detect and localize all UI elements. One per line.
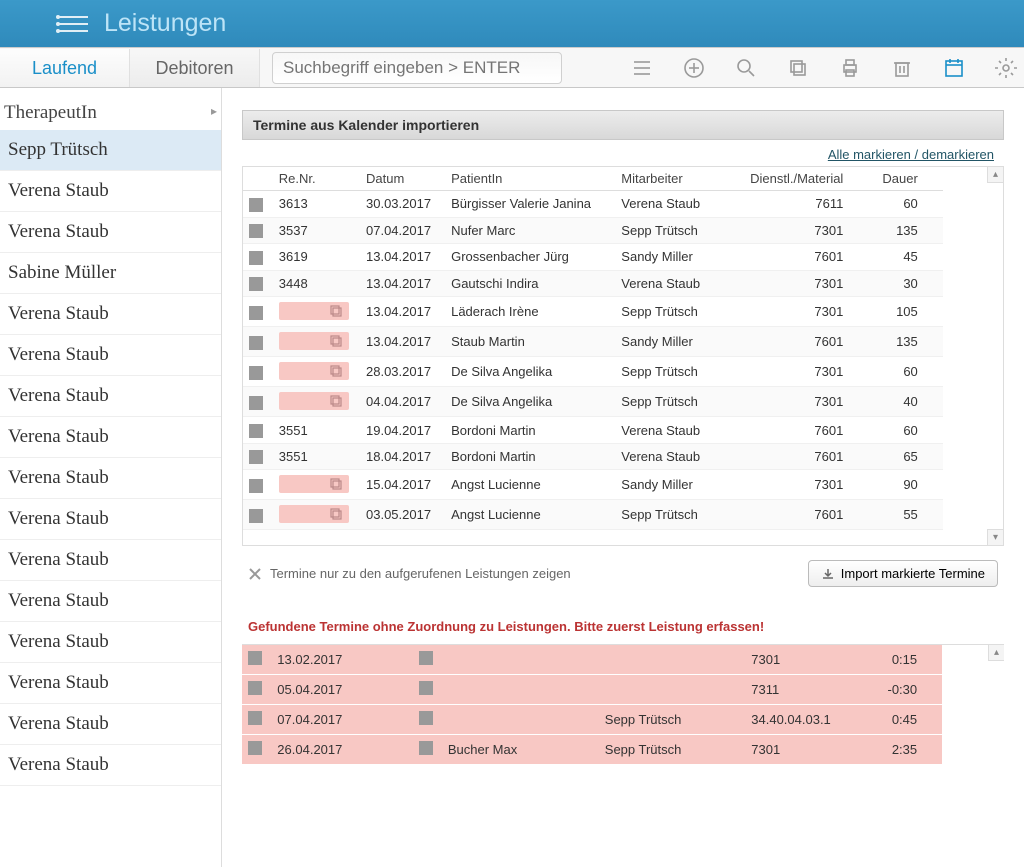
row-checkbox[interactable] (419, 711, 433, 725)
sidebar-item[interactable]: Verena Staub (0, 294, 221, 335)
toolbar: Laufend Debitoren (0, 48, 1024, 88)
sidebar-item[interactable]: Verena Staub (0, 376, 221, 417)
copy-invoice-icon[interactable] (279, 392, 349, 410)
row-checkbox[interactable] (249, 224, 263, 238)
gear-icon[interactable] (992, 54, 1020, 82)
sidebar-item[interactable]: Verena Staub (0, 499, 221, 540)
sidebar-item[interactable]: Verena Staub (0, 335, 221, 376)
print-icon[interactable] (836, 54, 864, 82)
copy-invoice-icon[interactable] (279, 332, 349, 350)
col-mitarbeiter[interactable]: Mitarbeiter (615, 167, 732, 191)
table-row[interactable]: 13.02.201773010:15 (242, 645, 942, 675)
copy-invoice-icon[interactable] (279, 362, 349, 380)
row-checkbox[interactable] (249, 366, 263, 380)
table-row[interactable]: 344813.04.2017Gautschi IndiraVerena Stau… (243, 270, 943, 297)
row-checkbox[interactable] (419, 741, 433, 755)
leistungen-icon (56, 13, 90, 35)
table-row[interactable]: 04.04.2017De Silva AngelikaSepp Trütsch7… (243, 387, 943, 417)
table-row[interactable]: 355118.04.2017Bordoni MartinVerena Staub… (243, 443, 943, 470)
sidebar-item[interactable]: Verena Staub (0, 663, 221, 704)
sidebar-heading[interactable]: TherapeutIn ▸ (0, 88, 221, 130)
row-checkbox[interactable] (249, 277, 263, 291)
sidebar-item[interactable]: Verena Staub (0, 212, 221, 253)
add-icon[interactable] (680, 54, 708, 82)
list-icon[interactable] (628, 54, 656, 82)
sidebar-item[interactable]: Verena Staub (0, 171, 221, 212)
table-row[interactable]: 07.04.2017Sepp Trütsch34.40.04.03.10:45 (242, 705, 942, 735)
calendar-icon[interactable] (940, 54, 968, 82)
tab-laufend[interactable]: Laufend (0, 49, 130, 87)
import-table: Re.Nr. Datum PatientIn Mitarbeiter Diens… (243, 167, 943, 570)
scroll-down-icon[interactable]: ▾ (987, 529, 1003, 545)
row-checkbox[interactable] (249, 450, 263, 464)
col-dienst[interactable]: Dienstl./Material (732, 167, 849, 191)
copy-invoice-icon[interactable] (279, 505, 349, 523)
col-renr[interactable]: Re.Nr. (273, 167, 360, 191)
row-checkbox[interactable] (249, 479, 263, 493)
sidebar: TherapeutIn ▸ Sepp TrütschVerena StaubVe… (0, 88, 222, 867)
row-checkbox[interactable] (248, 651, 262, 665)
copy-invoice-icon[interactable] (279, 302, 349, 320)
sidebar-item[interactable]: Verena Staub (0, 458, 221, 499)
panel-title: Termine aus Kalender importieren (242, 110, 1004, 140)
sidebar-item[interactable]: Verena Staub (0, 622, 221, 663)
page-title: Leistungen (104, 9, 226, 38)
main-panel: Termine aus Kalender importieren Alle ma… (222, 88, 1024, 867)
toggle-all-link[interactable]: Alle markieren / demarkieren (828, 147, 994, 162)
table-row[interactable]: 03.05.2017Angst LucienneSepp Trütsch7601… (243, 500, 943, 530)
app-header: Leistungen (0, 0, 1024, 48)
table-row[interactable]: 05.04.20177311-0:30 (242, 675, 942, 705)
table-row[interactable]: 353707.04.2017Nufer MarcSepp Trütsch7301… (243, 217, 943, 244)
table-row[interactable]: 13.04.2017Läderach IrèneSepp Trütsch7301… (243, 297, 943, 327)
row-checkbox[interactable] (249, 306, 263, 320)
table-row[interactable]: 15.04.2017Angst LucienneSandy Miller7301… (243, 470, 943, 500)
row-checkbox[interactable] (248, 741, 262, 755)
chevron-right-icon: ▸ (211, 104, 217, 119)
sidebar-heading-label: TherapeutIn (4, 102, 97, 124)
table-row[interactable]: 28.03.2017De Silva AngelikaSepp Trütsch7… (243, 357, 943, 387)
sidebar-item[interactable]: Verena Staub (0, 540, 221, 581)
trash-icon[interactable] (888, 54, 916, 82)
row-checkbox[interactable] (419, 681, 433, 695)
sidebar-item[interactable]: Verena Staub (0, 704, 221, 745)
warning-text: Gefundene Termine ohne Zuordnung zu Leis… (242, 615, 1004, 644)
row-checkbox[interactable] (249, 396, 263, 410)
row-checkbox[interactable] (249, 509, 263, 523)
sidebar-item[interactable]: Verena Staub (0, 745, 221, 786)
sidebar-item[interactable]: Sepp Trütsch (0, 130, 221, 171)
col-datum[interactable]: Datum (360, 167, 445, 191)
row-checkbox[interactable] (248, 681, 262, 695)
unassigned-table: 13.02.201773010:1505.04.20177311-0:3007.… (242, 645, 942, 765)
tab-debitoren[interactable]: Debitoren (130, 49, 260, 87)
row-checkbox[interactable] (419, 651, 433, 665)
table-row[interactable]: 13.04.2017Staub MartinSandy Miller760113… (243, 327, 943, 357)
search-box (272, 52, 562, 84)
table-row[interactable]: 355119.04.2017Bordoni MartinVerena Staub… (243, 417, 943, 444)
table-row[interactable]: 361330.03.2017Bürgisser Valerie JaninaVe… (243, 191, 943, 218)
col-dauer[interactable]: Dauer (849, 167, 923, 191)
row-checkbox[interactable] (249, 424, 263, 438)
search-input[interactable] (272, 52, 562, 84)
row-checkbox[interactable] (248, 711, 262, 725)
row-checkbox[interactable] (249, 251, 263, 265)
col-patient[interactable]: PatientIn (445, 167, 615, 191)
row-checkbox[interactable] (249, 198, 263, 212)
table-row[interactable]: 26.04.2017Bucher MaxSepp Trütsch73012:35 (242, 735, 942, 765)
scroll-up-icon[interactable]: ▴ (987, 167, 1003, 183)
row-checkbox[interactable] (249, 336, 263, 350)
table-row[interactable]: 361913.04.2017Grossenbacher JürgSandy Mi… (243, 244, 943, 271)
sidebar-item[interactable]: Verena Staub (0, 417, 221, 458)
sidebar-item[interactable]: Verena Staub (0, 581, 221, 622)
search-icon[interactable] (732, 54, 760, 82)
copy-invoice-icon[interactable] (279, 475, 349, 493)
sidebar-item[interactable]: Sabine Müller (0, 253, 221, 294)
copy-icon[interactable] (784, 54, 812, 82)
scroll-up-icon[interactable]: ▴ (988, 645, 1004, 661)
